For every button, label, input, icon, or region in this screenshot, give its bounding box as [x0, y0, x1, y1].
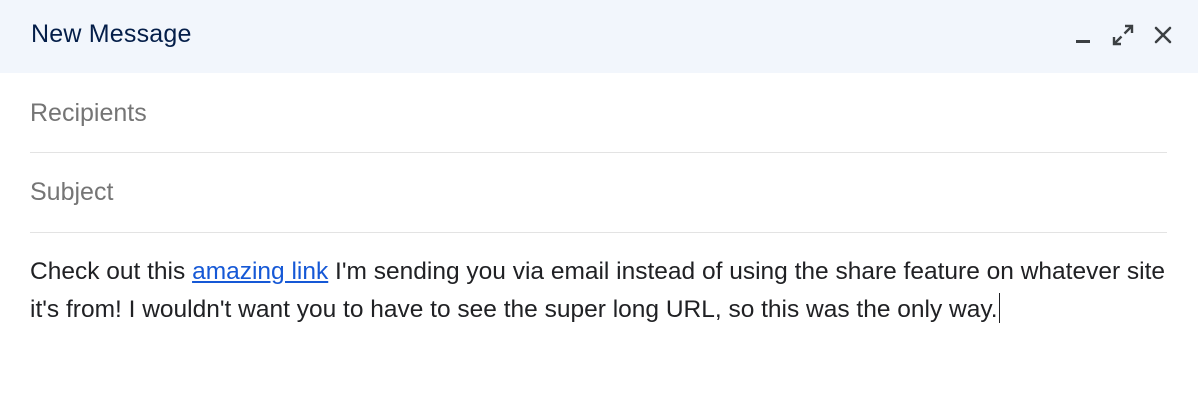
compose-window: New Message Recipients Subject Check out… [0, 0, 1198, 406]
recipients-input[interactable] [30, 75, 1167, 152]
close-button[interactable] [1150, 20, 1176, 50]
compose-header[interactable]: New Message [0, 0, 1198, 73]
expand-icon [1112, 24, 1134, 46]
subject-row [30, 153, 1167, 233]
window-controls [1056, 20, 1176, 50]
recipients-row [30, 75, 1167, 153]
subject-input[interactable] [30, 153, 1167, 232]
compose-title: New Message [31, 20, 192, 48]
text-cursor [998, 293, 1001, 323]
expand-button[interactable] [1110, 20, 1136, 50]
message-body[interactable]: Check out this amazing link I'm sending … [30, 253, 1170, 329]
amazing-link[interactable]: amazing link [192, 258, 328, 285]
close-icon [1154, 26, 1172, 44]
minimize-icon [1076, 40, 1090, 43]
body-text-start: Check out this [30, 258, 193, 285]
minimize-button[interactable] [1070, 20, 1096, 50]
